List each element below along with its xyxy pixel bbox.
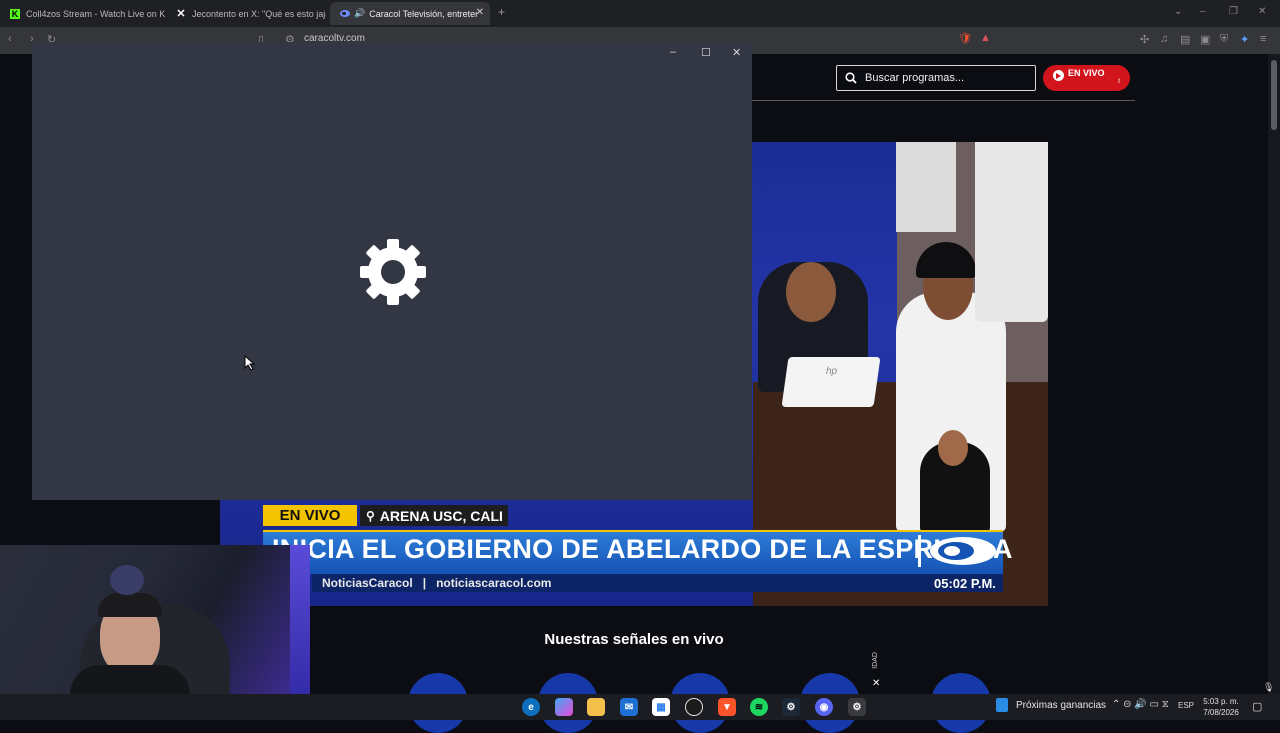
search-icon bbox=[845, 72, 857, 84]
file-explorer-icon[interactable] bbox=[587, 698, 605, 716]
new-tab-icon[interactable]: + bbox=[498, 5, 505, 19]
ad-label: IDAD bbox=[872, 652, 879, 669]
vpn-icon[interactable]: ⛨ bbox=[1220, 33, 1228, 46]
laptop-logo: hp bbox=[826, 366, 838, 377]
discord-icon[interactable]: ◉ bbox=[815, 698, 833, 716]
person-background-right bbox=[975, 142, 1048, 322]
sidebar-icon[interactable]: ▤ bbox=[1180, 33, 1190, 46]
live-tag: EN VIVO bbox=[263, 505, 357, 526]
caracol-logo-icon bbox=[930, 537, 996, 565]
wallet-icon[interactable]: ▣ bbox=[1200, 33, 1210, 46]
broadcast-time: 05:02 P.M. bbox=[934, 576, 996, 591]
live-button-label: EN VIVO bbox=[1068, 68, 1105, 78]
dialog-close-icon[interactable]: ✕ bbox=[732, 46, 741, 59]
tab-title: Coll4zos Stream - Watch Live on Kick bbox=[26, 8, 165, 19]
media-control-icon[interactable]: ♫ bbox=[1160, 33, 1168, 45]
location-tag: ⚲ ARENA USC, CALI bbox=[360, 505, 508, 526]
system-tray[interactable]: ⌃ ⊝ 🔊 ▭ ⧖ bbox=[1112, 699, 1169, 710]
stocks-icon bbox=[996, 698, 1008, 712]
tab-title: Caracol Televisión, entretenim bbox=[369, 8, 477, 19]
headline: INICIA EL GOBIERNO DE ABELARDO DE LA ESP… bbox=[272, 534, 1013, 564]
tab-x[interactable]: ✕ Jecontento en X: "Qué es esto jajaja bbox=[166, 2, 326, 25]
close-window-icon[interactable]: ✕ bbox=[1258, 6, 1266, 17]
dialog-minimize-icon[interactable]: – bbox=[670, 46, 676, 58]
microphone-icon: 🎙 bbox=[1263, 682, 1275, 692]
location-pin-icon: ⚲ bbox=[366, 508, 375, 523]
notifications-icon[interactable]: ▢ bbox=[1252, 700, 1262, 713]
mail-icon[interactable]: ✉ bbox=[620, 698, 638, 716]
kick-icon: K bbox=[10, 8, 20, 19]
copilot-icon[interactable] bbox=[555, 698, 573, 716]
brave-shields-icon[interactable]: 🛡 bbox=[958, 32, 972, 45]
clock-time: 5:03 p. m. bbox=[1203, 697, 1239, 706]
tab-title: Jecontento en X: "Qué es esto jajaja bbox=[192, 8, 326, 19]
spotify-icon[interactable]: ≋ bbox=[750, 698, 768, 716]
play-icon bbox=[1053, 70, 1064, 81]
store-icon[interactable]: ▦ bbox=[652, 698, 670, 716]
leo-ai-icon[interactable]: ✦ bbox=[1240, 33, 1249, 46]
mouse-cursor bbox=[244, 355, 256, 371]
live-badge: ! bbox=[1118, 79, 1120, 85]
program-search-input[interactable]: Buscar programas... bbox=[836, 65, 1036, 91]
tab-caracol[interactable]: 🔊 Caracol Televisión, entretenim ✕ bbox=[330, 2, 490, 25]
audio-playing-icon[interactable]: 🔊 bbox=[354, 8, 365, 19]
close-tab-icon[interactable]: ✕ bbox=[476, 7, 484, 18]
loading-dialog-window: – ☐ ✕ bbox=[32, 42, 752, 500]
widget-label: Próximas ganancias bbox=[1016, 699, 1107, 711]
wall-emblem bbox=[110, 565, 144, 595]
minimize-window-icon[interactable]: – bbox=[1200, 6, 1206, 17]
browser-tab-strip: K Coll4zos Stream - Watch Live on Kick ✕… bbox=[0, 0, 1280, 27]
close-ad-icon[interactable]: ✕ bbox=[872, 678, 880, 689]
language-indicator[interactable]: ESP bbox=[1178, 701, 1194, 710]
laptop bbox=[781, 357, 881, 407]
news-source: NoticiasCaracol | noticiascaracol.com bbox=[322, 576, 552, 590]
settings-gear-icon bbox=[360, 239, 426, 305]
person-background-center bbox=[896, 142, 956, 232]
obs-icon[interactable] bbox=[685, 698, 703, 716]
steam-icon[interactable]: ⚙ bbox=[782, 698, 800, 716]
edge-icon[interactable]: e bbox=[522, 698, 540, 716]
page-scrollbar[interactable] bbox=[1268, 54, 1280, 694]
dialog-maximize-icon[interactable]: ☐ bbox=[701, 46, 711, 59]
scrollbar-thumb[interactable] bbox=[1271, 60, 1277, 130]
location-text: ARENA USC, CALI bbox=[379, 507, 503, 524]
man-face bbox=[786, 262, 836, 322]
restore-window-icon[interactable]: ❐ bbox=[1229, 6, 1238, 17]
taskbar-clock[interactable]: 5:03 p. m. 7/08/2026 bbox=[1200, 696, 1242, 718]
live-button[interactable]: EN VIVO ! bbox=[1043, 65, 1130, 91]
streamer-hair bbox=[98, 593, 162, 617]
back-icon[interactable]: ‹ bbox=[8, 33, 12, 45]
menu-icon[interactable]: ≡ bbox=[1260, 33, 1266, 45]
x-logo-icon: ✕ bbox=[176, 8, 186, 20]
headline-separator bbox=[918, 535, 921, 567]
tab-kick[interactable]: K Coll4zos Stream - Watch Live on Kick bbox=[0, 2, 165, 25]
extensions-icon[interactable]: ✣ bbox=[1140, 33, 1149, 46]
nav-divider bbox=[752, 100, 1135, 101]
search-placeholder: Buscar programas... bbox=[865, 72, 965, 84]
caracol-icon bbox=[340, 9, 350, 19]
brave-icon[interactable]: ▼ bbox=[718, 698, 736, 716]
clock-date: 7/08/2026 bbox=[1203, 708, 1239, 717]
settings-icon[interactable]: ⚙ bbox=[848, 698, 866, 716]
interpreter-face bbox=[938, 430, 968, 466]
tab-search-chevron-icon[interactable]: ⌄ bbox=[1174, 6, 1182, 17]
news-widget[interactable]: Próximas ganancias bbox=[996, 698, 1106, 712]
brave-rewards-icon[interactable]: ▲ bbox=[980, 32, 991, 44]
